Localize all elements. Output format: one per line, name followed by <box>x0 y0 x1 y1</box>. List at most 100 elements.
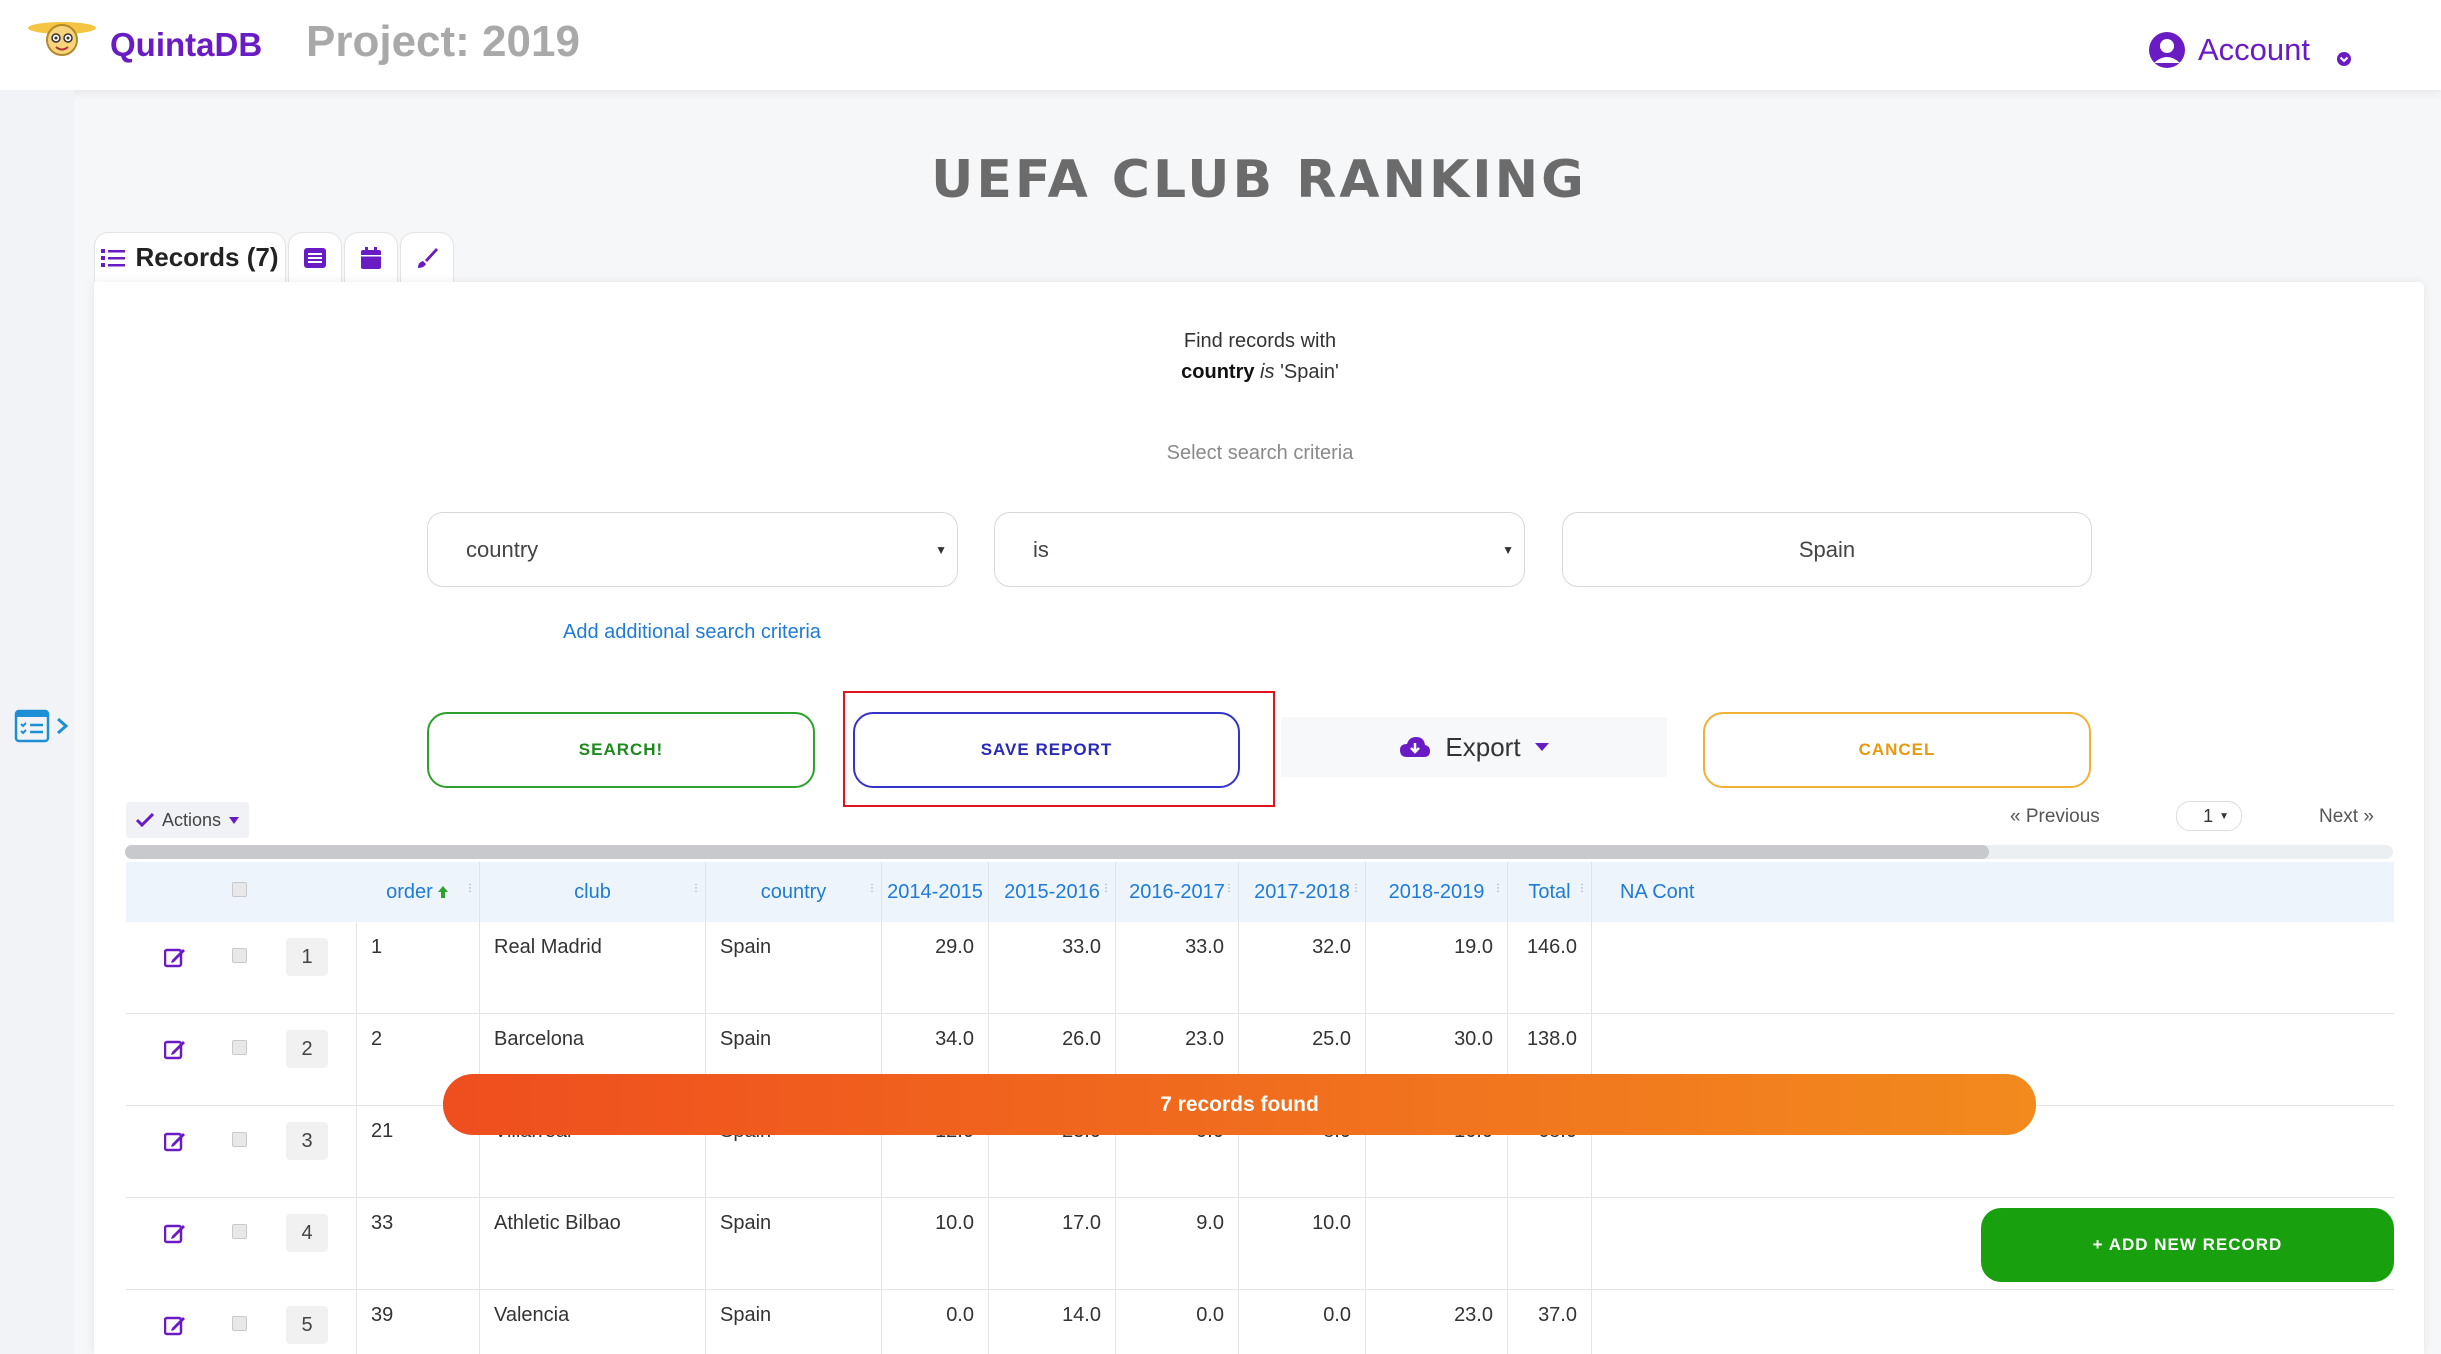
field-select[interactable]: country ▼ <box>427 512 958 587</box>
cell-2016-2017: 9.0 <box>1116 1198 1239 1290</box>
checklist-icon <box>14 709 50 743</box>
chevron-right-icon <box>57 717 69 735</box>
column-header-na-cont[interactable]: NA Cont <box>1592 862 1712 922</box>
column-menu-handle[interactable]: ⋮ <box>1351 884 1361 894</box>
account-menu[interactable]: Account <box>2148 28 2352 72</box>
caret-down-icon: ▼ <box>1502 543 1514 557</box>
column-header-2014-2015[interactable]: 2014-2015 <box>882 862 989 922</box>
add-new-record-button[interactable]: + ADD NEW RECORD <box>1981 1208 2394 1282</box>
list-icon <box>101 248 126 267</box>
tab-table-view[interactable] <box>288 232 342 282</box>
brand-name[interactable]: QuintaDB <box>110 26 262 64</box>
row-checkbox[interactable] <box>232 948 247 963</box>
cell-2015-2016: 33.0 <box>989 922 1116 1014</box>
column-menu-handle[interactable]: ⋮ <box>465 884 475 894</box>
actions-dropdown[interactable]: Actions <box>126 802 250 838</box>
column-header-2018-2019[interactable]: 2018-2019 ⋮ <box>1366 862 1508 922</box>
tab-records[interactable]: Records (7) <box>94 232 286 282</box>
tab-calendar-view[interactable] <box>344 232 398 282</box>
column-menu-handle[interactable]: ⋮ <box>691 884 701 894</box>
edit-icon[interactable] <box>164 1222 186 1244</box>
chevron-down-icon <box>2337 52 2352 66</box>
column-menu-handle[interactable]: ⋮ <box>1493 884 1503 894</box>
cell-2018-2019 <box>1366 1198 1508 1290</box>
edit-icon[interactable] <box>164 1130 186 1152</box>
column-menu-handle[interactable]: ⋮ <box>1577 884 1587 894</box>
column-header-total[interactable]: Total ⋮ <box>1508 862 1592 922</box>
criteria-hint: Select search criteria <box>1166 442 1354 464</box>
row-checkbox[interactable] <box>232 1316 247 1331</box>
cell-order: 33 <box>356 1198 480 1290</box>
cell-total <box>1508 1198 1592 1290</box>
search-button[interactable]: SEARCH! <box>427 712 815 788</box>
operator-select[interactable]: is ▼ <box>994 512 1525 587</box>
column-header-order[interactable]: order ⋮ <box>356 862 480 922</box>
column-menu-handle[interactable]: ⋮ <box>1101 884 1111 894</box>
table-icon <box>304 247 326 268</box>
edit-icon[interactable] <box>164 1038 186 1060</box>
search-summary-value: 'Spain' <box>1280 361 1339 383</box>
export-button[interactable]: Export <box>1281 717 1667 777</box>
cell-total: 37.0 <box>1508 1290 1592 1354</box>
cell-country: Spain <box>706 922 882 1014</box>
cell-2018-2019: 19.0 <box>1366 922 1508 1014</box>
left-rail <box>0 90 74 1354</box>
row-checkbox[interactable] <box>232 1224 247 1239</box>
previous-page-link[interactable]: « Previous <box>2010 806 2100 828</box>
row-number: 3 <box>286 1122 328 1160</box>
save-report-highlight <box>843 691 1275 807</box>
row-number: 5 <box>286 1306 328 1344</box>
row-checkbox[interactable] <box>232 1040 247 1055</box>
export-label: Export <box>1445 731 1521 762</box>
caret-down-icon <box>229 816 240 824</box>
column-header-2017-2018[interactable]: 2017-2018 ⋮ <box>1239 862 1366 922</box>
column-menu-handle[interactable]: ⋮ <box>867 884 877 894</box>
column-header-2016-2017[interactable]: 2016-2017 ⋮ <box>1116 862 1239 922</box>
page-select[interactable]: 1 ▼ <box>2176 801 2242 831</box>
edit-icon[interactable] <box>164 1314 186 1336</box>
search-summary: country is 'Spain' <box>1060 361 1460 384</box>
column-header-club[interactable]: club ⋮ <box>480 862 706 922</box>
table-row: 1 1 Real Madrid Spain 29.0 33.0 33.0 32.… <box>126 922 2394 1014</box>
column-header-2015-2016[interactable]: 2015-2016 ⋮ <box>989 862 1116 922</box>
cell-2014-2015: 29.0 <box>882 922 989 1014</box>
add-criteria-link[interactable]: Add additional search criteria <box>563 621 821 644</box>
value-input[interactable]: Spain <box>1562 512 2092 587</box>
search-summary-title: Find records with <box>1183 330 1337 352</box>
cell-2018-2019: 23.0 <box>1366 1290 1508 1354</box>
cell-2016-2017: 33.0 <box>1116 922 1239 1014</box>
cell-order: 1 <box>356 922 480 1014</box>
row-number: 1 <box>286 938 328 976</box>
caret-down-icon: ▼ <box>2219 810 2229 822</box>
cell-2014-2015: 10.0 <box>882 1198 989 1290</box>
sort-up-icon <box>437 886 448 898</box>
user-circle-icon <box>2149 32 2185 68</box>
cell-country: Spain <box>706 1198 882 1290</box>
cell-order: 39 <box>356 1290 480 1354</box>
sidebar-toggle[interactable] <box>14 708 70 744</box>
select-all-checkbox[interactable] <box>232 882 247 897</box>
caret-down-icon: ▼ <box>935 543 947 557</box>
check-icon <box>136 813 154 827</box>
next-page-link[interactable]: Next » <box>2319 806 2374 828</box>
column-header-country[interactable]: country ⋮ <box>706 862 882 922</box>
field-select-value: country <box>466 536 539 562</box>
column-menu-handle[interactable]: ⋮ <box>1224 884 1234 894</box>
records-found-toast: 7 records found <box>443 1074 2036 1135</box>
horizontal-scrollbar[interactable] <box>125 845 2393 859</box>
cell-2015-2016: 14.0 <box>989 1290 1116 1354</box>
cell-club: Athletic Bilbao <box>480 1198 706 1290</box>
edit-icon[interactable] <box>164 946 186 968</box>
scrollbar-thumb[interactable] <box>125 845 1989 859</box>
cancel-button[interactable]: CANCEL <box>1703 712 2091 788</box>
page-select-value: 1 <box>2203 805 2214 826</box>
cell-2015-2016: 17.0 <box>989 1198 1116 1290</box>
tab-design[interactable] <box>400 232 454 282</box>
logo-mascot-icon[interactable] <box>26 14 98 62</box>
view-tabs: Records (7) <box>94 232 456 282</box>
cell-2017-2018: 10.0 <box>1239 1198 1366 1290</box>
table-row: 5 39 Valencia Spain 0.0 14.0 0.0 0.0 23.… <box>126 1290 2394 1354</box>
actions-label: Actions <box>162 809 222 830</box>
cell-country: Spain <box>706 1290 882 1354</box>
row-checkbox[interactable] <box>232 1132 247 1147</box>
